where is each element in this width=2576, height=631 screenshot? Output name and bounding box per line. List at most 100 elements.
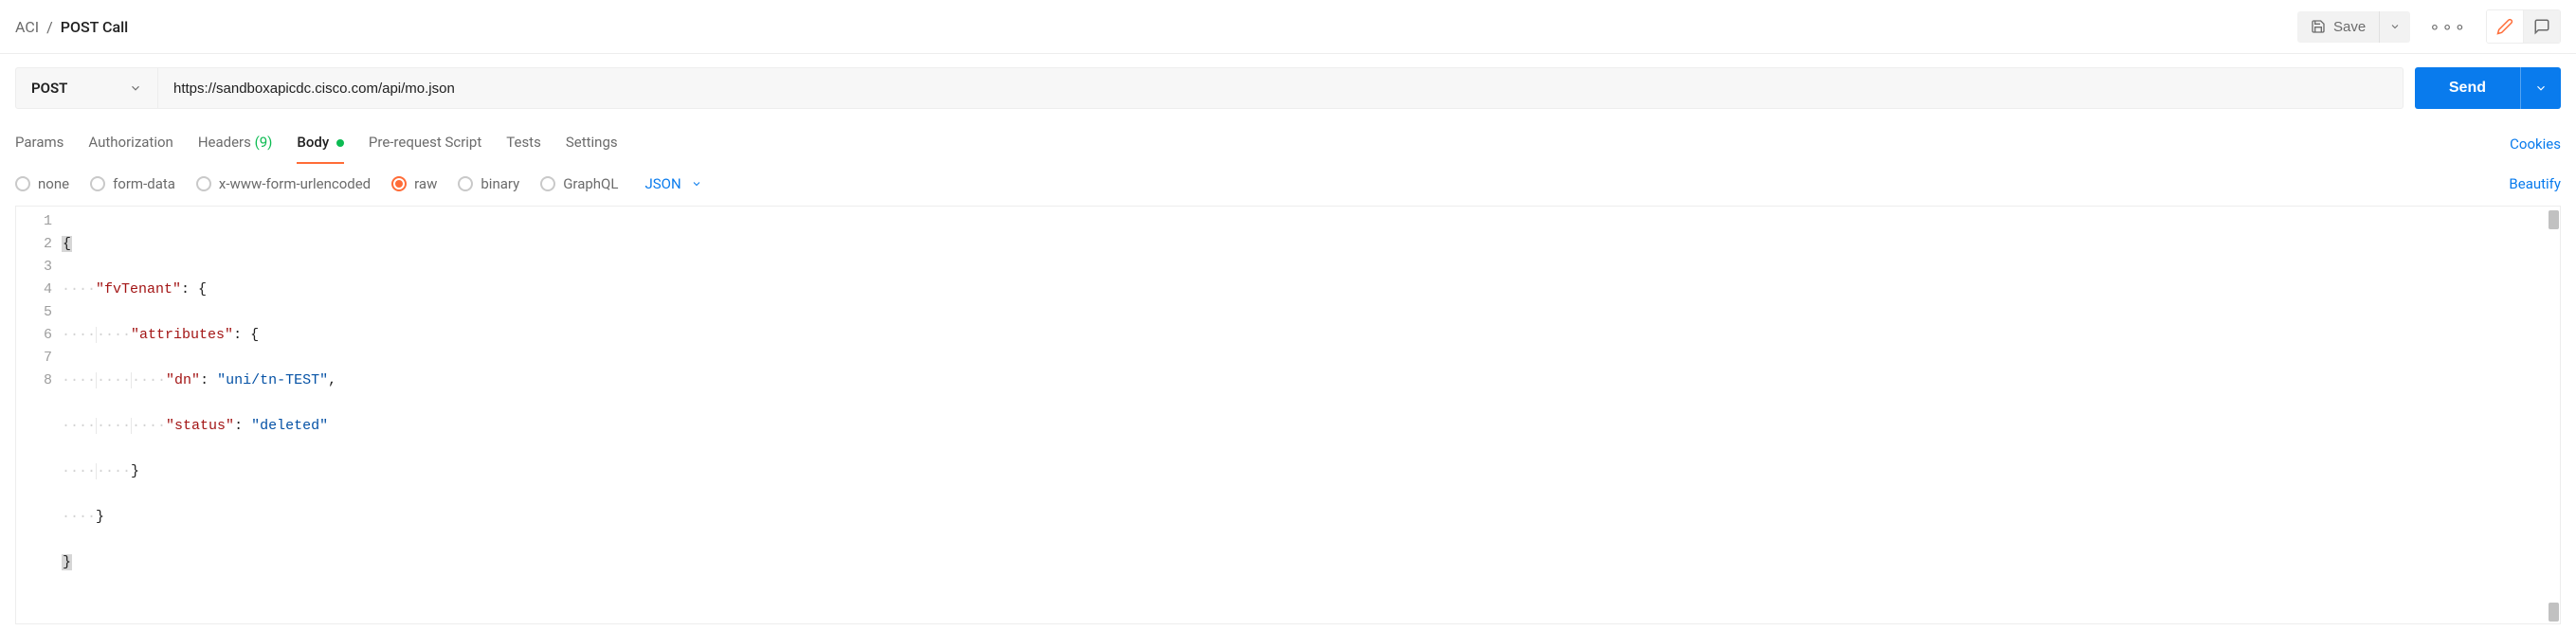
code-token: , (328, 372, 336, 388)
line-number: 3 (16, 256, 52, 279)
chevron-down-icon (2389, 21, 2401, 32)
body-radio-formdata-label: form-data (113, 175, 175, 192)
indent-guide: ···· (96, 418, 131, 434)
breadcrumb: ACI / POST Call (15, 18, 128, 36)
comment-icon (2533, 18, 2550, 35)
body-options: none form-data x-www-form-urlencoded raw… (15, 175, 702, 192)
tab-tests[interactable]: Tests (506, 124, 541, 164)
line-number: 7 (16, 347, 52, 370)
body-radio-urlencoded-label: x-www-form-urlencoded (219, 175, 371, 192)
save-dropdown-button[interactable] (2379, 11, 2410, 43)
body-radio-graphql-label: GraphQL (563, 175, 618, 192)
scrollbar-thumb[interactable] (2549, 603, 2559, 622)
body-radio-binary[interactable]: binary (458, 175, 519, 192)
code-token: : (233, 327, 250, 343)
body-radio-formdata[interactable]: form-data (90, 175, 175, 192)
http-method-value: POST (31, 80, 67, 97)
chevron-down-icon (129, 81, 142, 95)
code-token: "dn" (166, 372, 200, 388)
indent-guide: ···· (131, 418, 166, 434)
body-radio-raw[interactable]: raw (391, 175, 437, 192)
edit-button[interactable] (2487, 10, 2523, 43)
code-editor-inner: 1 2 3 4 5 6 7 8 { ····"fvTenant": { ····… (16, 207, 2560, 623)
http-method-select[interactable]: POST (16, 68, 158, 108)
indent-guide: ···· (96, 463, 131, 479)
tab-settings[interactable]: Settings (566, 124, 618, 164)
body-radio-graphql[interactable]: GraphQL (540, 175, 618, 192)
line-number: 8 (16, 370, 52, 392)
indent-guide: ···· (62, 463, 96, 479)
pencil-icon (2496, 18, 2513, 35)
line-number-gutter: 1 2 3 4 5 6 7 8 (16, 207, 62, 623)
code-token: "status" (166, 418, 234, 434)
indent-guide: ···· (62, 509, 96, 525)
send-button[interactable]: Send (2415, 67, 2520, 109)
tab-headers-label: Headers (198, 134, 251, 151)
line-number: 1 (16, 210, 52, 233)
send-dropdown-button[interactable] (2520, 67, 2561, 109)
code-token: { (62, 236, 72, 252)
code-token: { (198, 281, 207, 297)
comment-button[interactable] (2523, 10, 2560, 43)
code-content[interactable]: { ····"fvTenant": { ········"attributes"… (62, 207, 2560, 623)
tab-body-modified-dot-icon (336, 139, 344, 147)
code-token: } (96, 509, 104, 525)
indent-guide: ···· (62, 418, 96, 434)
scrollbar-thumb[interactable] (2549, 210, 2559, 229)
indent-guide: ···· (96, 372, 131, 388)
more-options-button[interactable]: ∘∘∘ (2423, 13, 2473, 41)
indent-guide: ···· (131, 372, 166, 388)
radio-icon (90, 176, 105, 191)
chevron-down-icon (691, 178, 702, 189)
indent-guide: ···· (62, 327, 96, 343)
cookies-link[interactable]: Cookies (2510, 135, 2561, 153)
radio-icon (540, 176, 555, 191)
method-url-bar: POST (15, 67, 2404, 109)
tab-prerequest[interactable]: Pre-request Script (369, 124, 481, 164)
tab-headers-count: (9) (255, 134, 273, 151)
save-button[interactable]: Save (2297, 11, 2379, 43)
body-radio-none-label: none (38, 175, 69, 192)
radio-icon (196, 176, 211, 191)
body-options-row: none form-data x-www-form-urlencoded raw… (0, 164, 2576, 202)
send-button-group: Send (2415, 67, 2561, 109)
breadcrumb-separator: / (46, 18, 53, 36)
breadcrumb-current: POST Call (61, 18, 129, 36)
beautify-link[interactable]: Beautify (2509, 175, 2561, 192)
body-radio-binary-label: binary (481, 175, 519, 192)
tab-headers[interactable]: Headers (9) (198, 124, 273, 164)
body-radio-raw-label: raw (414, 175, 437, 192)
line-number: 4 (16, 279, 52, 301)
tab-params[interactable]: Params (15, 124, 63, 164)
indent-guide: ···· (62, 281, 96, 297)
radio-icon (15, 176, 30, 191)
code-token: "deleted" (251, 418, 328, 434)
request-row: POST Send (0, 54, 2576, 109)
tab-authorization[interactable]: Authorization (88, 124, 172, 164)
code-token: : (181, 281, 198, 297)
url-input[interactable] (158, 68, 2403, 108)
indent-guide: ···· (62, 372, 96, 388)
code-token: } (62, 554, 72, 570)
line-number: 6 (16, 324, 52, 347)
chevron-down-icon (2534, 81, 2548, 95)
tab-body[interactable]: Body (297, 124, 344, 164)
request-tabs-row: Params Authorization Headers (9) Body Pr… (0, 124, 2576, 164)
ellipsis-icon: ∘∘∘ (2429, 17, 2467, 36)
indent-guide: ···· (96, 327, 131, 343)
line-number: 5 (16, 301, 52, 324)
code-token: "attributes" (131, 327, 233, 343)
code-token: "uni/tn-TEST" (217, 372, 328, 388)
breadcrumb-root[interactable]: ACI (15, 18, 39, 36)
code-editor[interactable]: 1 2 3 4 5 6 7 8 { ····"fvTenant": { ····… (15, 206, 2561, 624)
tab-body-label: Body (297, 134, 329, 151)
code-token: { (250, 327, 259, 343)
body-type-select[interactable]: JSON (644, 175, 701, 192)
code-token: : (200, 372, 217, 388)
top-actions: Save ∘∘∘ (2297, 9, 2561, 44)
body-radio-urlencoded[interactable]: x-www-form-urlencoded (196, 175, 371, 192)
top-bar: ACI / POST Call Save ∘∘∘ (0, 0, 2576, 54)
code-token: : (234, 418, 251, 434)
body-radio-none[interactable]: none (15, 175, 69, 192)
radio-icon (391, 176, 407, 191)
